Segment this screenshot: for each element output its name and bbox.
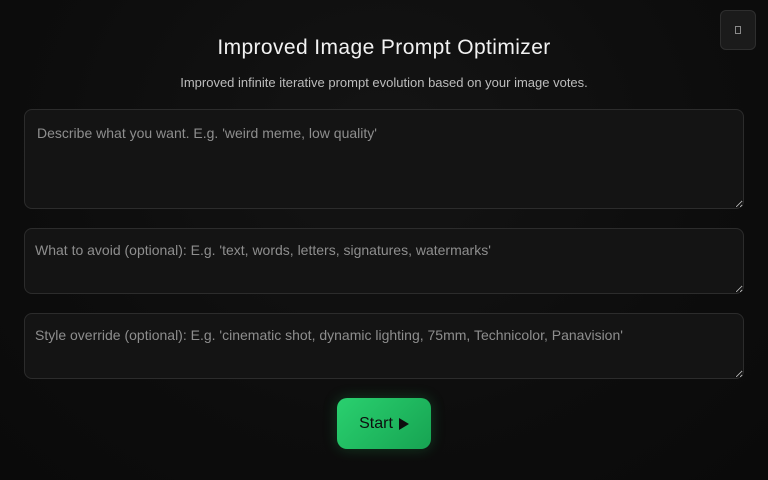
menu-icon [735,26,741,34]
play-icon [398,417,409,430]
style-override-input[interactable] [24,313,744,379]
page-subtitle: Improved infinite iterative prompt evolu… [180,75,588,90]
negative-prompt-input[interactable] [24,228,744,294]
start-button[interactable]: Start [337,398,431,449]
page-title: Improved Image Prompt Optimizer [217,36,551,59]
prompt-input[interactable] [24,109,744,209]
start-button-label: Start [359,414,393,432]
